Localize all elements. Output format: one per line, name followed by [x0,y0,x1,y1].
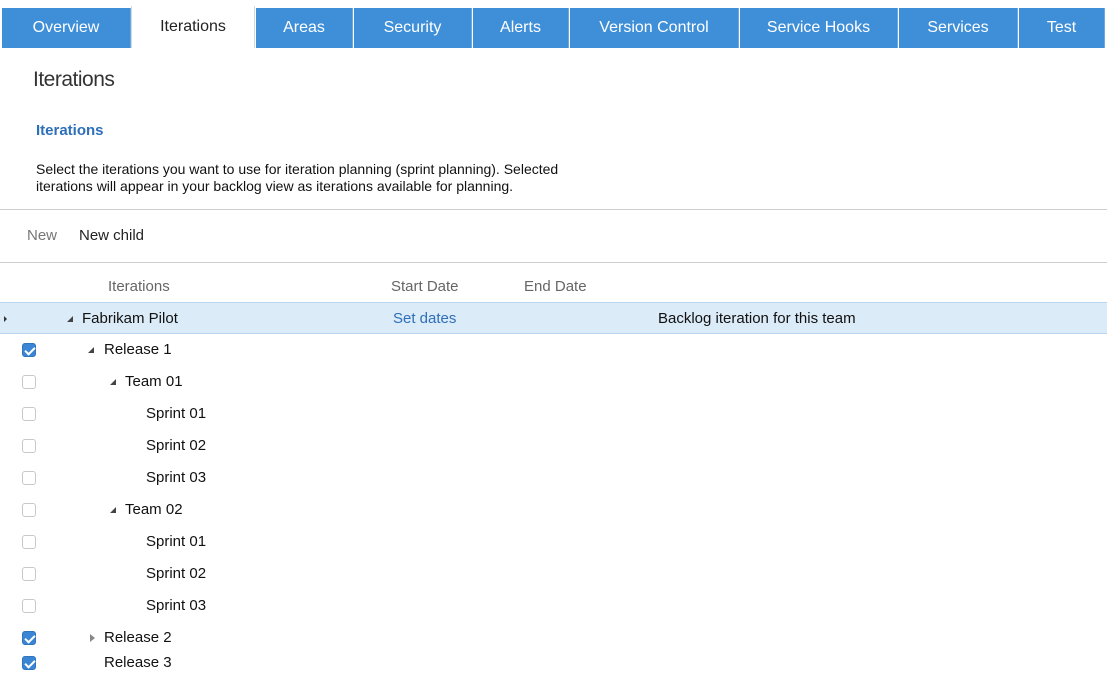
iteration-label: Team 02 [125,501,183,518]
iteration-checkbox[interactable] [22,407,36,421]
tab-services[interactable]: Services [899,8,1018,48]
backlog-iteration-note: Backlog iteration for this team [658,310,856,327]
iteration-label: Sprint 02 [146,565,207,582]
iteration-row[interactable]: Release 3 [0,647,1107,679]
iteration-label: Sprint 03 [146,469,207,486]
iteration-row[interactable]: Release 1 [0,334,1107,366]
column-header-end-date[interactable]: End Date [524,278,587,295]
tab-test[interactable]: Test [1019,8,1105,48]
iteration-row[interactable]: Team 02 [0,494,1107,526]
iteration-row[interactable]: Sprint 03 [0,590,1107,622]
iteration-row[interactable]: Sprint 02 [0,430,1107,462]
iteration-label: Release 1 [104,341,172,358]
tab-areas[interactable]: Areas [256,8,353,48]
page: Overview Iterations Areas Security Alert… [0,0,1107,679]
description: Select the iterations you want to use fo… [36,161,636,195]
tab-bar: Overview Iterations Areas Security Alert… [0,0,1107,48]
iteration-row[interactable]: Sprint 02 [0,558,1107,590]
iteration-checkbox[interactable] [22,375,36,389]
iteration-label: Release 2 [104,629,172,646]
current-row-marker [4,316,7,322]
iteration-row[interactable]: Sprint 03 [0,462,1107,494]
expand-icon[interactable] [110,507,116,513]
expand-icon[interactable] [110,379,116,385]
iteration-label: Fabrikam Pilot [82,310,178,327]
iteration-label: Team 01 [125,373,183,390]
iteration-label: Sprint 01 [146,405,207,422]
iteration-checkbox[interactable] [22,599,36,613]
description-line-2: iterations will appear in your backlog v… [36,178,514,194]
section-title: Iterations [36,122,104,139]
column-header-start-date[interactable]: Start Date [391,278,459,295]
iteration-checkbox[interactable] [22,656,36,670]
description-line-1: Select the iterations you want to use fo… [36,161,559,177]
set-dates-link[interactable]: Set dates [393,310,456,327]
expand-icon[interactable] [88,347,94,353]
iteration-label: Sprint 03 [146,597,207,614]
iteration-row-fabrikam-pilot[interactable]: Fabrikam Pilot Set dates Backlog iterati… [0,302,1107,334]
iteration-checkbox[interactable] [22,471,36,485]
iteration-label: Release 3 [104,654,172,671]
iteration-row[interactable]: Sprint 01 [0,398,1107,430]
collapse-expander-icon[interactable] [90,634,95,642]
iteration-checkbox[interactable] [22,503,36,517]
tab-iterations[interactable]: Iterations [131,6,255,48]
tab-version-control[interactable]: Version Control [570,8,739,48]
column-header-iterations[interactable]: Iterations [108,278,170,295]
tab-security[interactable]: Security [354,8,472,48]
iteration-checkbox[interactable] [22,535,36,549]
iteration-checkbox[interactable] [22,439,36,453]
iteration-label: Sprint 02 [146,437,207,454]
iteration-row[interactable]: Sprint 01 [0,526,1107,558]
iteration-row[interactable]: Team 01 [0,366,1107,398]
tab-alerts[interactable]: Alerts [473,8,569,48]
iteration-checkbox[interactable] [22,567,36,581]
tab-overview[interactable]: Overview [2,8,131,48]
new-child-button[interactable]: New child [79,227,144,244]
iteration-label: Sprint 01 [146,533,207,550]
iteration-checkbox[interactable] [22,631,36,645]
divider [0,262,1107,263]
divider [0,209,1107,210]
iteration-checkbox[interactable] [22,343,36,357]
new-button[interactable]: New [27,227,57,244]
expand-icon[interactable] [67,316,73,322]
tab-service-hooks[interactable]: Service Hooks [740,8,898,48]
page-title: Iterations [33,68,115,91]
